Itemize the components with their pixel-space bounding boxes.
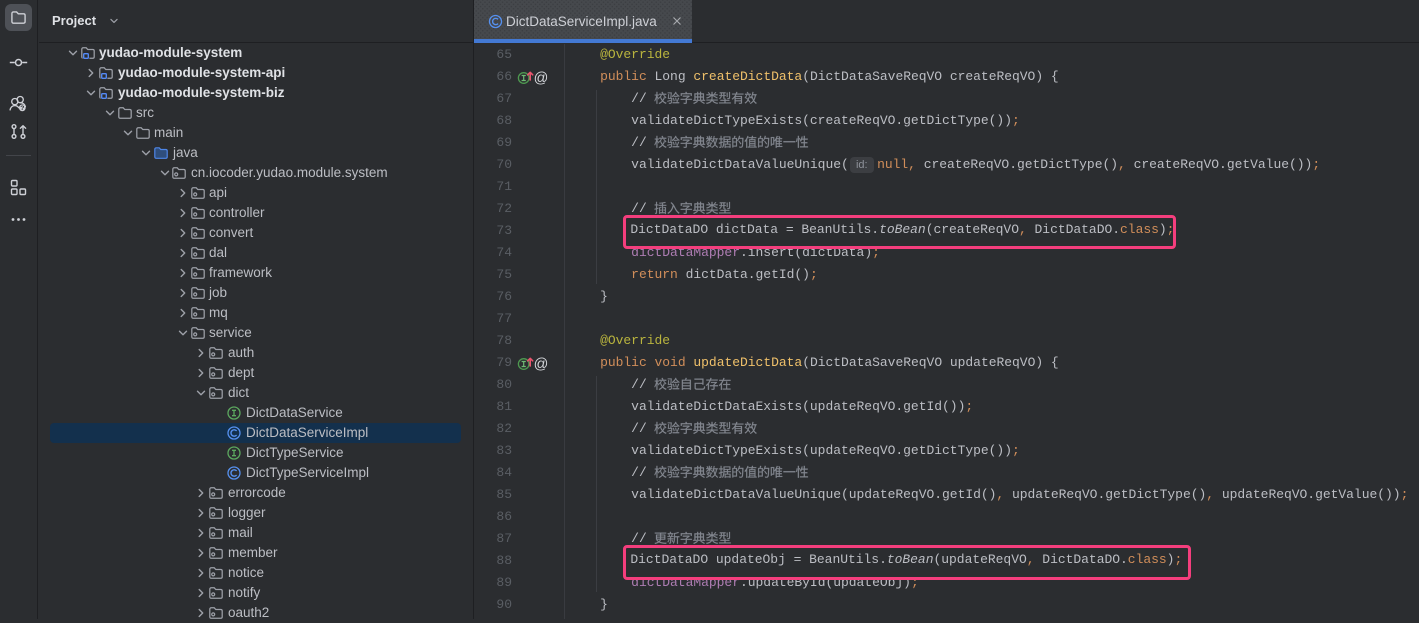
svg-text:@: @ [534, 357, 549, 373]
svg-text:@: @ [534, 71, 549, 87]
svg-text:?: ? [20, 105, 24, 112]
